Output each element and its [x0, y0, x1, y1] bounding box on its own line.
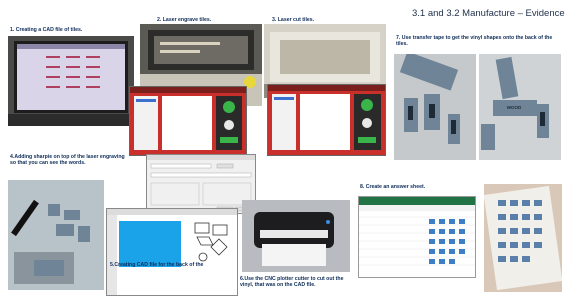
- caption-step6: 6.Use the CNC plotter cutter to cut out …: [240, 276, 344, 289]
- photo-cnc-plotter: [242, 200, 350, 272]
- caption-step2: 2. Laser engrave tiles.: [157, 17, 212, 23]
- tile-label: WOOD: [506, 105, 522, 110]
- photo-cad-monitor: [8, 36, 134, 126]
- caption-step4: 4.Adding sharpie on top of the laser eng…: [10, 154, 125, 167]
- caption-step7: 7. Use transfer tape to get the vinyl sh…: [396, 35, 553, 48]
- print-dialog-window: [146, 154, 256, 214]
- photo-answer-sheet: [484, 184, 562, 292]
- spreadsheet-window: [358, 196, 476, 278]
- photo-vinyl-tiles-1: [394, 54, 476, 160]
- laser-software-window-2: [267, 84, 386, 156]
- cad-back-window: [106, 208, 238, 296]
- caption-step1: 1. Creating a CAD file of tiles.: [10, 27, 83, 33]
- caption-step5: 5.Creating CAD file for the back of the: [110, 262, 204, 268]
- slide: 3.1 and 3.2 Manufacture – Evidence 1. Cr…: [0, 0, 566, 300]
- caption-step3: 3. Laser cut tiles.: [272, 17, 315, 23]
- slide-title: 3.1 and 3.2 Manufacture – Evidence: [412, 8, 565, 19]
- caption-step8: 8. Create an answer sheet.: [360, 184, 426, 190]
- photo-sharpie-tiles: [8, 180, 104, 290]
- laser-software-window: [129, 86, 247, 156]
